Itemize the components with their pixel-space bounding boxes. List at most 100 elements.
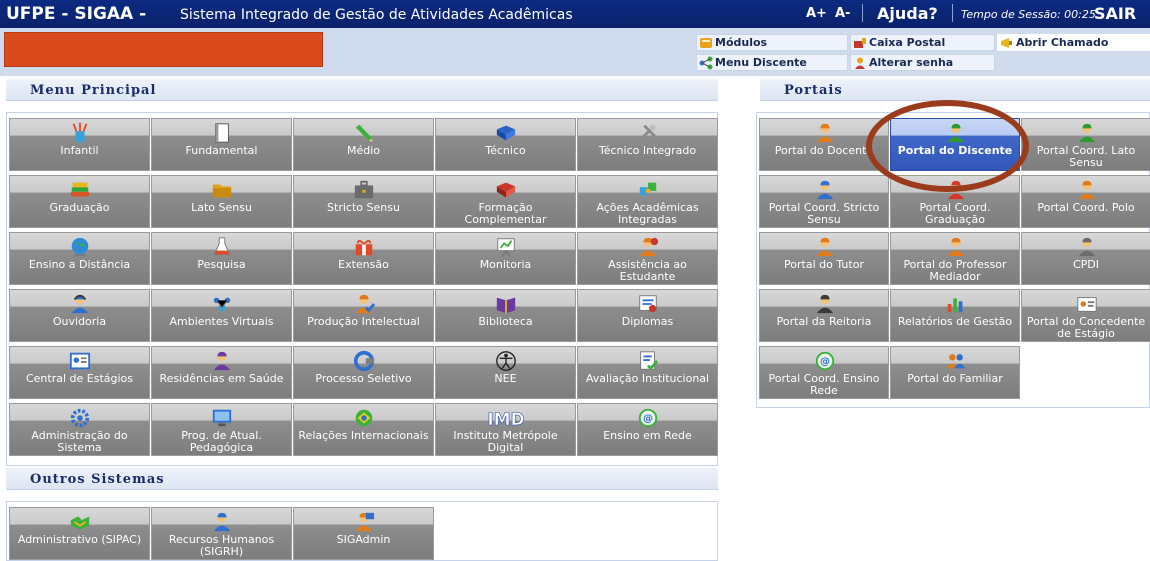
portal-tile-label: Relatórios de Gestão: [897, 315, 1013, 328]
menu-tile-tecnico[interactable]: Técnico: [435, 118, 576, 171]
divider: [862, 4, 863, 22]
exit-link[interactable]: SAIR: [1094, 4, 1136, 23]
top-bar: UFPE - SIGAA - Sistema Integrado de Gest…: [0, 0, 1150, 28]
portal-tile-portal-coord-polo[interactable]: Portal Coord. Polo: [1021, 175, 1150, 228]
modulos-link[interactable]: Módulos: [696, 34, 848, 51]
menu-tile-residencias-em-saude[interactable]: Residências em Saúde: [151, 346, 292, 399]
briefcase-icon: [352, 179, 376, 201]
menu-tile-instituto-metropole-digital[interactable]: IMD Instituto Metrópole Digital: [435, 403, 576, 456]
person-orange-icon: [944, 236, 968, 258]
portal-tile-portal-do-tutor[interactable]: Portal do Tutor: [759, 232, 889, 285]
menu-tile-infantil[interactable]: Infantil: [9, 118, 150, 171]
alterar-senha-link[interactable]: Alterar senha: [850, 54, 995, 71]
network-people-icon: [210, 293, 234, 315]
outros-tile-administrativo-sipac[interactable]: Administrativo (SIPAC): [9, 507, 150, 560]
menu-tile-biblioteca[interactable]: Biblioteca: [435, 289, 576, 342]
svg-text:@: @: [820, 357, 830, 368]
menu-tile-ensino-a-distancia[interactable]: Ensino a Distância: [9, 232, 150, 285]
help-link[interactable]: Ajuda?: [877, 4, 938, 23]
menu-tile-lato-sensu[interactable]: Lato Sensu: [151, 175, 292, 228]
font-increase-button[interactable]: A+: [806, 6, 827, 21]
portal-tile-portal-do-professor-mediador[interactable]: Portal do Professor Mediador: [890, 232, 1020, 285]
quick-links: Módulos Caixa Postal Abrir Chamado Menu …: [696, 34, 1150, 72]
outros-sistemas-title: Outros Sistemas: [30, 472, 165, 487]
portal-tile-label: Portal Coord. Lato Sensu: [1036, 144, 1136, 169]
menu-tile-acoes-academicas-integradas[interactable]: Ações Acadêmicas Integradas: [577, 175, 718, 228]
menu-tile-ouvidoria[interactable]: Ouvidoria: [9, 289, 150, 342]
portal-tile-portal-do-discente[interactable]: Portal do Discente: [890, 118, 1020, 171]
portal-tile-portal-coord-ensino-rede[interactable]: @ Portal Coord. Ensino Rede: [759, 346, 889, 399]
book-blue-icon: [494, 122, 518, 144]
font-decrease-button[interactable]: A-: [835, 6, 850, 21]
portal-tile-portal-do-concedente-de-estagio[interactable]: Portal do Concedente de Estágio: [1021, 289, 1150, 342]
portal-tile-label: Portal Coord. Stricto Sensu: [768, 201, 880, 226]
menu-tile-medio[interactable]: Médio: [293, 118, 434, 171]
menu-tile-fundamental[interactable]: Fundamental: [151, 118, 292, 171]
outros-tile-recursos-humanos-sigrh[interactable]: Recursos Humanos (SIGRH): [151, 507, 292, 560]
c-logo-icon: [352, 350, 376, 372]
menu-tile-label: Técnico: [485, 144, 526, 157]
person-blue-icon: [813, 179, 837, 201]
menu-tile-label: NEE: [494, 372, 517, 385]
person-orange-icon: [813, 236, 837, 258]
portal-tile-label: Portal da Reitoria: [776, 315, 872, 328]
portal-tile-relatorios-de-gestao[interactable]: Relatórios de Gestão: [890, 289, 1020, 342]
portal-tile-portal-coord-graduacao[interactable]: Portal Coord. Graduação: [890, 175, 1020, 228]
menu-tile-administracao-do-sistema[interactable]: Administração do Sistema: [9, 403, 150, 456]
admin-user-icon: [352, 511, 376, 533]
portal-tile-label: Portal do Concedente de Estágio: [1026, 315, 1146, 340]
portal-tile-cpdi[interactable]: CPDI: [1021, 232, 1150, 285]
menu-tile-stricto-sensu[interactable]: Stricto Sensu: [293, 175, 434, 228]
person-orange-icon: [1075, 179, 1099, 201]
outros-tile-sigadmin[interactable]: SIGAdmin: [293, 507, 434, 560]
menu-tile-label: Residências em Saúde: [159, 372, 284, 385]
network-globe-icon: @: [636, 407, 660, 429]
person-orange-icon: [813, 122, 837, 144]
abrir-chamado-link[interactable]: Abrir Chamado: [997, 34, 1150, 51]
portal-tile-label: Portal do Professor Mediador: [903, 258, 1007, 283]
menu-tile-avaliacao-institucional[interactable]: Avaliação Institucional: [577, 346, 718, 399]
certificate-icon: [636, 293, 660, 315]
menu-tile-processo-seletivo[interactable]: Processo Seletivo: [293, 346, 434, 399]
menu-tile-assistencia-ao-estudante[interactable]: Assistência ao Estudante: [577, 232, 718, 285]
menu-discente-link[interactable]: Menu Discente: [696, 54, 848, 71]
person-red-icon: [944, 179, 968, 201]
user-info-block: [4, 32, 323, 67]
menu-tile-prog-de-atual-pedagogica[interactable]: Prog. de Atual. Pedagógica: [151, 403, 292, 456]
session-timer: Tempo de Sessão: 00:25: [961, 8, 1096, 21]
menu-tile-label: Médio: [346, 144, 381, 157]
caixa-postal-link[interactable]: Caixa Postal: [850, 34, 995, 51]
portal-tile-portal-coord-stricto-sensu[interactable]: Portal Coord. Stricto Sensu: [759, 175, 889, 228]
menu-tile-pesquisa[interactable]: Pesquisa: [151, 232, 292, 285]
menu-tile-extensao[interactable]: Extensão: [293, 232, 434, 285]
family-icon: [944, 350, 968, 372]
support-person-icon: [636, 236, 660, 258]
globe-brazil-icon: [352, 407, 376, 429]
menu-tile-central-de-estagios[interactable]: Central de Estágios: [9, 346, 150, 399]
menu-tile-formacao-complementar[interactable]: Formação Complementar: [435, 175, 576, 228]
menu-tile-ensino-em-rede[interactable]: @ Ensino em Rede: [577, 403, 718, 456]
menu-tile-nee[interactable]: NEE: [435, 346, 576, 399]
menu-tile-label: Fundamental: [185, 144, 258, 157]
health-person-icon: [210, 350, 234, 372]
accessibility-icon: [494, 350, 518, 372]
person-green-icon: [944, 122, 968, 144]
user-check-icon: [352, 293, 376, 315]
menu-tile-label: Administração do Sistema: [31, 429, 128, 454]
menu-tile-graduacao[interactable]: Graduação: [9, 175, 150, 228]
menu-tile-label: Prog. de Atual. Pedagógica: [181, 429, 262, 454]
modules-icon: [700, 38, 712, 48]
portal-tile-portal-do-familiar[interactable]: Portal do Familiar: [890, 346, 1020, 399]
menu-tile-tecnico-integrado[interactable]: Técnico Integrado: [577, 118, 718, 171]
portal-tile-portal-da-reitoria[interactable]: Portal da Reitoria: [759, 289, 889, 342]
menu-tile-diplomas[interactable]: Diplomas: [577, 289, 718, 342]
portal-tile-portal-do-docente[interactable]: Portal do Docente: [759, 118, 889, 171]
id-card-icon: [68, 350, 92, 372]
gift-icon: [352, 236, 376, 258]
menu-tile-producao-intelectual[interactable]: Produção Intelectual: [293, 289, 434, 342]
menu-tile-relacoes-internacionais[interactable]: Relações Internacionais: [293, 403, 434, 456]
menu-tile-monitoria[interactable]: Monitoria: [435, 232, 576, 285]
menu-tile-label: Diplomas: [621, 315, 674, 328]
portal-tile-portal-coord-lato-sensu[interactable]: Portal Coord. Lato Sensu: [1021, 118, 1150, 171]
menu-tile-ambientes-virtuais[interactable]: Ambientes Virtuais: [151, 289, 292, 342]
